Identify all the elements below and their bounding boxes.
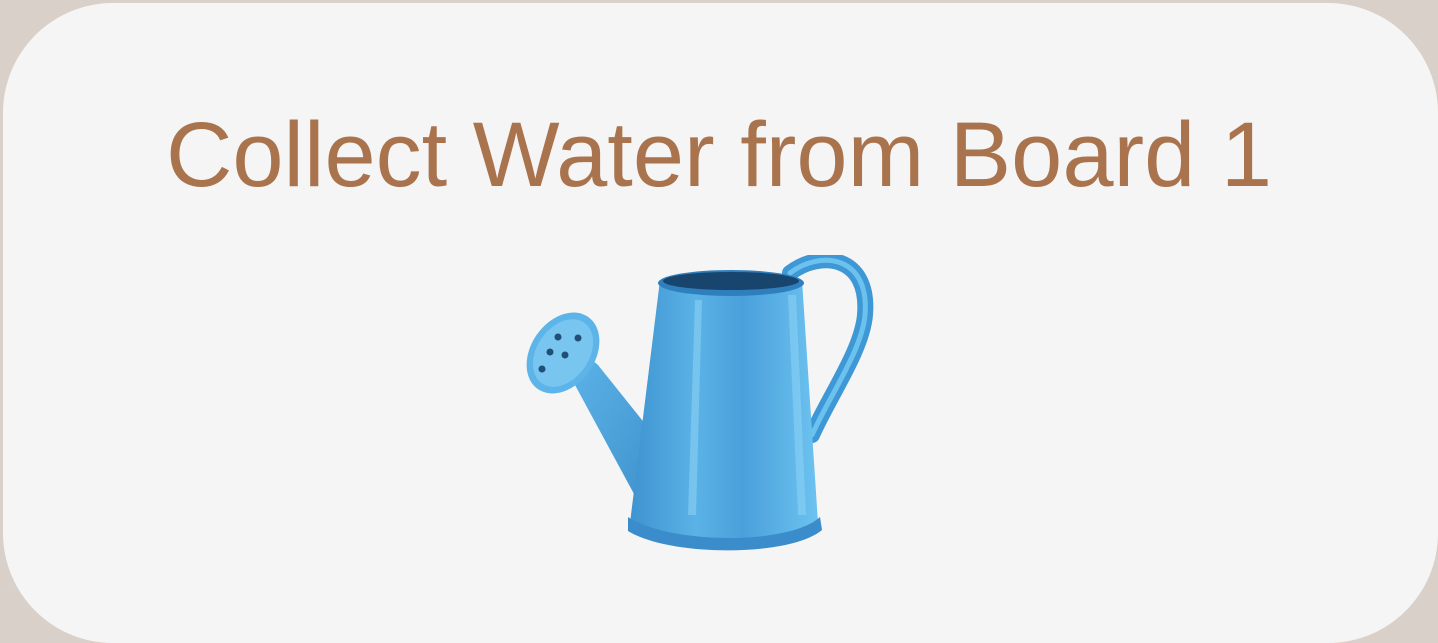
card-title: Collect Water from Board 1 xyxy=(165,104,1273,206)
watering-can-icon xyxy=(520,255,880,565)
